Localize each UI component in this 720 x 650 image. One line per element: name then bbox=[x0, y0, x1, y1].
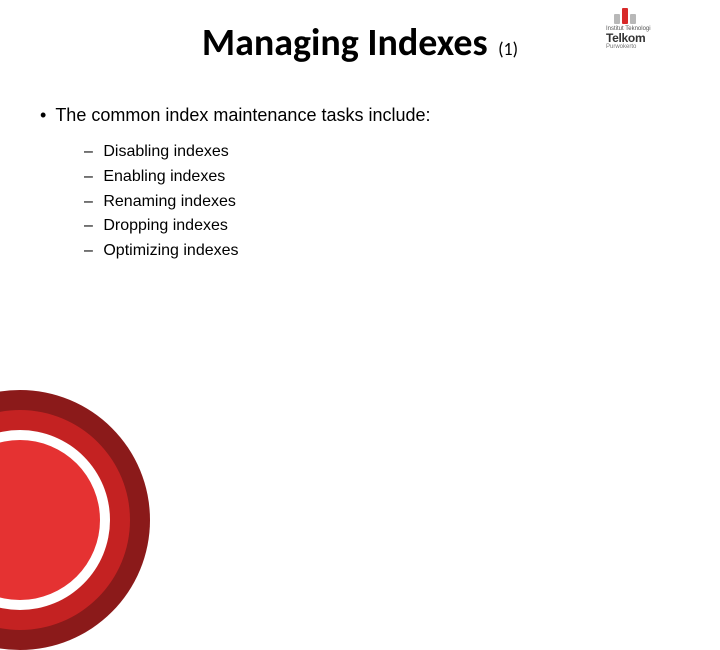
list-item: Disabling indexes bbox=[84, 140, 680, 165]
list-item: Enabling indexes bbox=[84, 165, 680, 190]
slide-title: Managing Indexes bbox=[202, 20, 488, 66]
decorative-circles-icon bbox=[0, 390, 150, 650]
main-bullet: The common index maintenance tasks inclu… bbox=[40, 105, 680, 126]
slide: Institut Teknologi Telkom Purwokerto Man… bbox=[0, 0, 720, 540]
list-item: Dropping indexes bbox=[84, 214, 680, 239]
title-wrap: Managing Indexes (1) bbox=[0, 20, 720, 66]
list-item: Optimizing indexes bbox=[84, 239, 680, 264]
content-area: The common index maintenance tasks inclu… bbox=[40, 105, 680, 264]
slide-number: (1) bbox=[498, 38, 518, 60]
list-item: Renaming indexes bbox=[84, 190, 680, 215]
sub-list: Disabling indexes Enabling indexes Renam… bbox=[84, 140, 680, 264]
